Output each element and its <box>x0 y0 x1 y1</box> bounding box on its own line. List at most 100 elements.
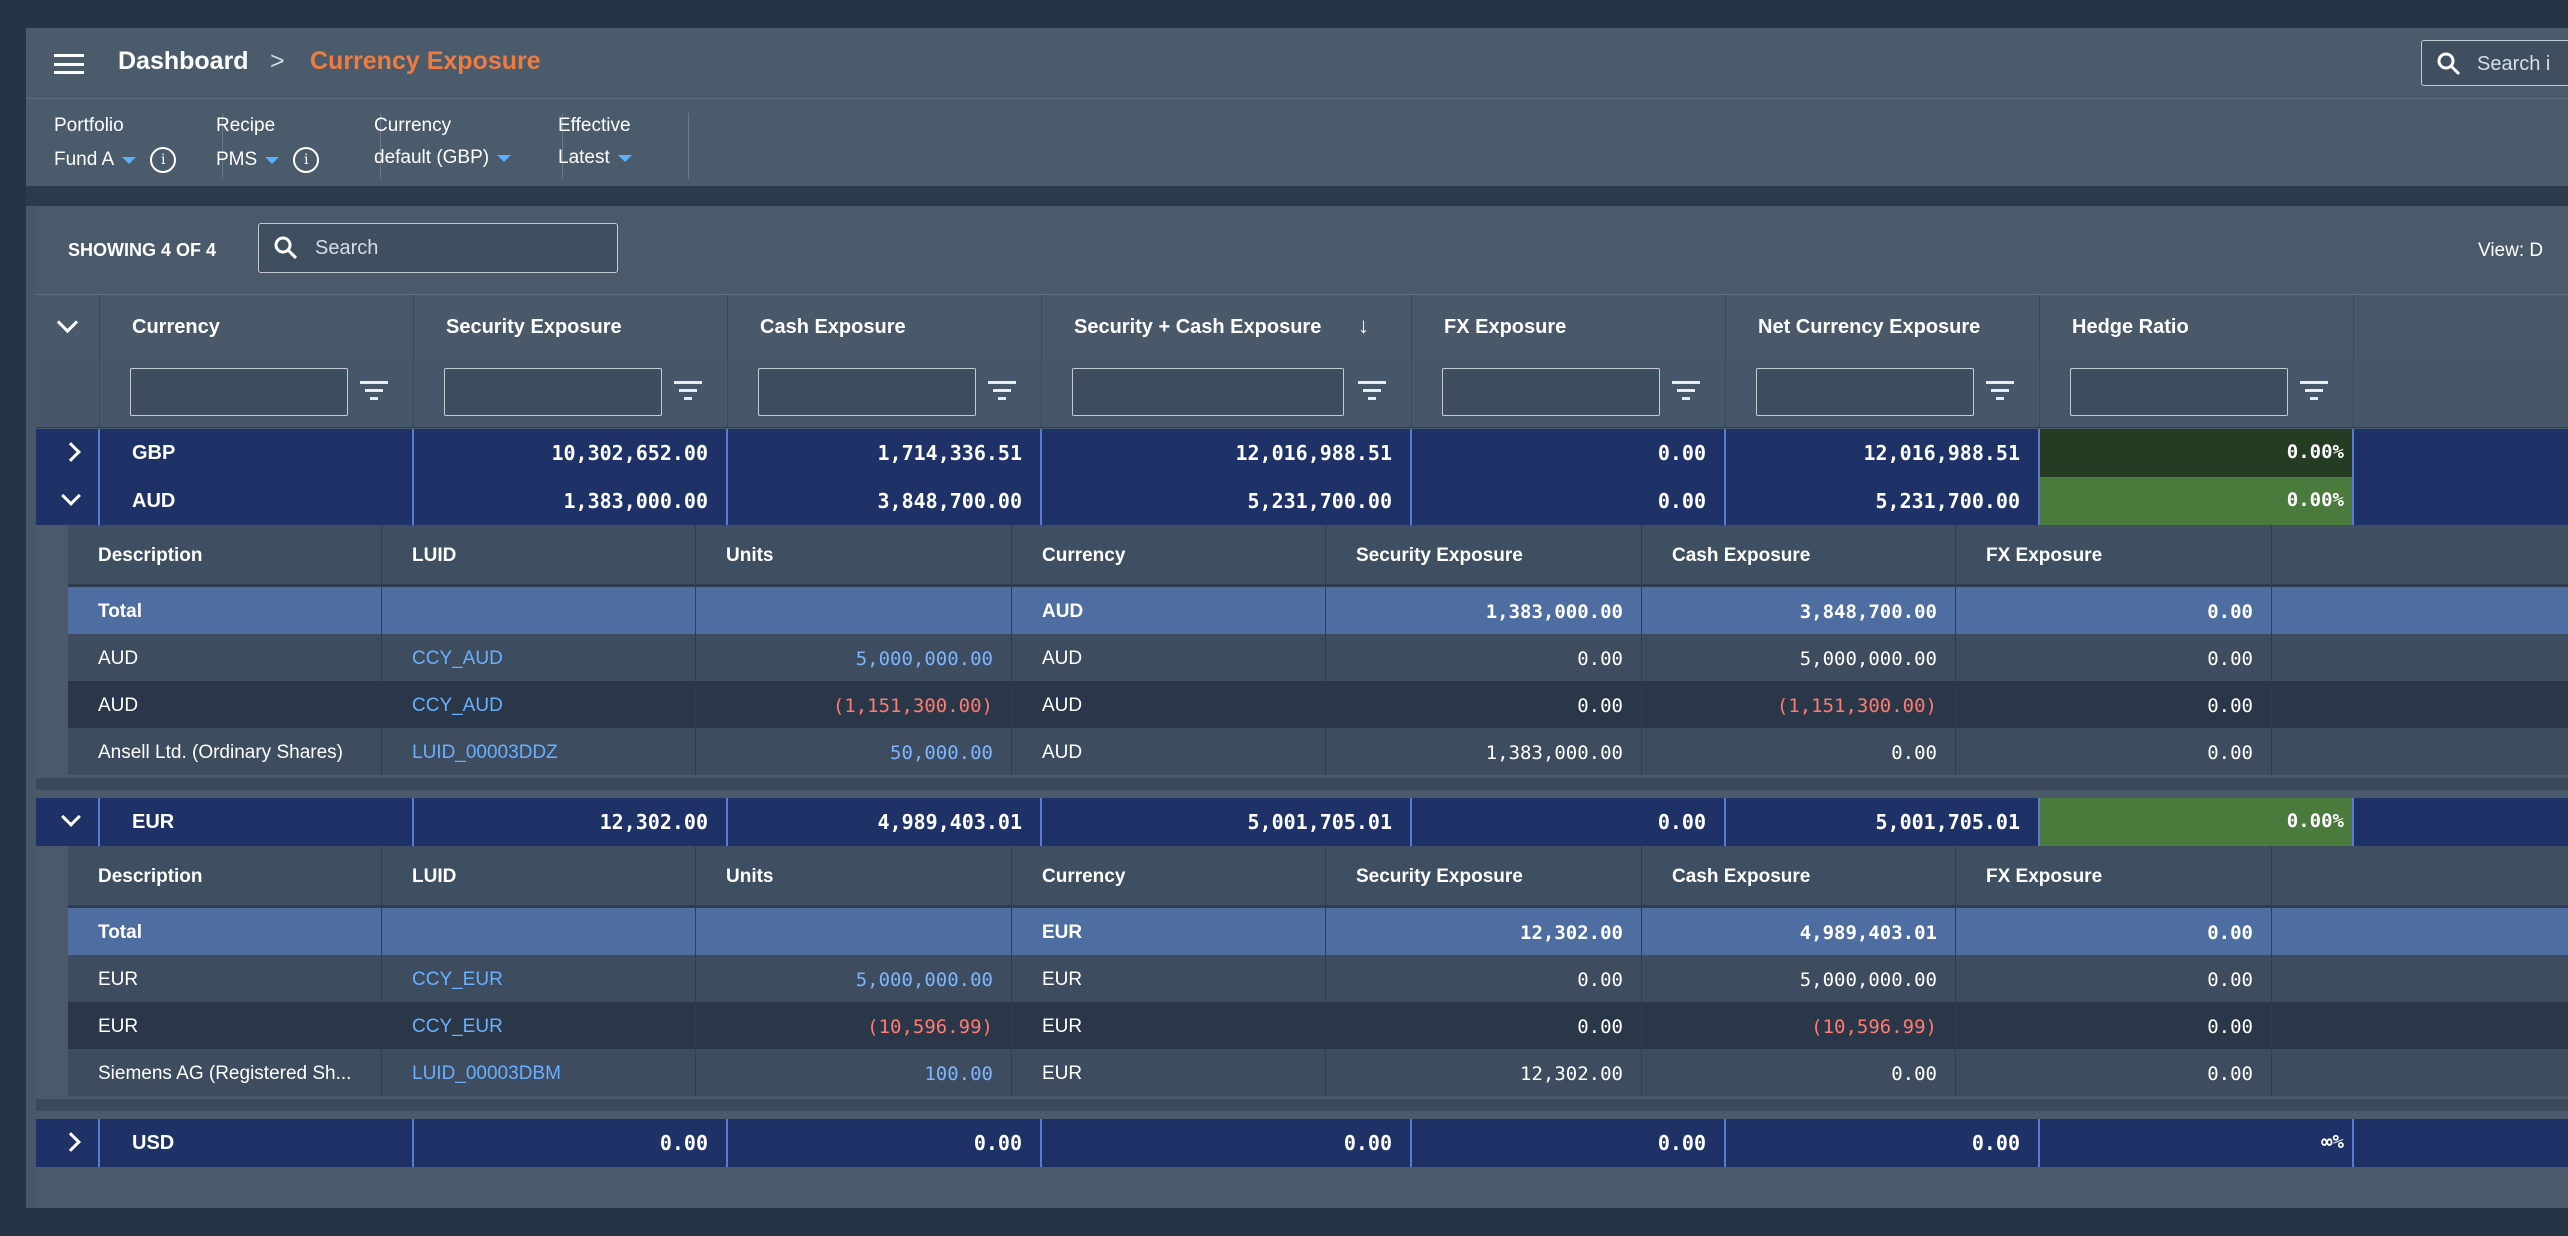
detail-total-row[interactable]: Total AUD 1,383,000.00 3,848,700.00 0.00 <box>68 587 2568 634</box>
filter-icon[interactable] <box>1672 381 1700 403</box>
chevron-down-icon[interactable] <box>61 807 81 827</box>
detail-row[interactable]: AUD CCY_AUD 5,000,000.00 AUD 0.00 5,000,… <box>68 634 2568 681</box>
filter-icon[interactable] <box>1358 381 1386 403</box>
detail-header-description[interactable]: Description <box>68 846 382 905</box>
detail-header-fx-exposure[interactable]: FX Exposure <box>1956 525 2272 584</box>
luid-link[interactable]: CCY_EUR <box>412 969 503 991</box>
column-header-security-exposure[interactable]: Security Exposure <box>414 295 728 359</box>
expand-toggle[interactable] <box>36 429 100 477</box>
column-header-net-currency-exposure[interactable]: Net Currency Exposure <box>1726 295 2040 359</box>
column-filter-input[interactable] <box>1072 368 1344 416</box>
detail-row[interactable]: EUR CCY_EUR 5,000,000.00 EUR 0.00 5,000,… <box>68 955 2568 1002</box>
detail-header-luid[interactable]: LUID <box>382 525 696 584</box>
currency-text: EUR <box>1042 1016 1083 1037</box>
filter-icon[interactable] <box>1986 381 2014 403</box>
expand-toggle[interactable] <box>36 1119 100 1167</box>
filter-icon[interactable] <box>2300 381 2328 403</box>
detail-row[interactable]: EUR CCY_EUR (10,596.99) EUR 0.00 (10,596… <box>68 1002 2568 1049</box>
column-header-label: Security Exposure <box>446 316 622 338</box>
filter-icon[interactable] <box>674 381 702 403</box>
detail-row[interactable]: AUD CCY_AUD (1,151,300.00) AUD 0.00 (1,1… <box>68 681 2568 728</box>
cell-cash-exposure: 4,989,403.01 <box>1642 908 1956 955</box>
units-value: 50,000.00 <box>890 742 993 764</box>
effective-dropdown[interactable]: Latest <box>558 147 632 169</box>
view-selector[interactable]: View: D <box>2478 240 2543 262</box>
detail-header-fx-exposure[interactable]: FX Exposure <box>1956 846 2272 905</box>
value: 0.00 <box>1577 1016 1623 1038</box>
luid-link[interactable]: LUID_00003DDZ <box>412 742 558 764</box>
expand-all-toggle[interactable] <box>36 295 100 359</box>
expand-toggle[interactable] <box>36 477 100 525</box>
description-text: AUD <box>98 648 139 669</box>
column-filter-input[interactable] <box>130 368 348 416</box>
global-search-input[interactable]: Search i <box>2421 40 2568 86</box>
detail-header-luid[interactable]: LUID <box>382 846 696 905</box>
luid-link[interactable]: LUID_00003DBM <box>412 1063 561 1085</box>
detail-header-description[interactable]: Description <box>68 525 382 584</box>
column-header-fx-exposure[interactable]: FX Exposure <box>1412 295 1726 359</box>
group-row-usd[interactable]: USD 0.00 0.00 0.00 0.00 0.00 ∞% <box>36 1119 2568 1167</box>
detail-header-currency[interactable]: Currency <box>1012 846 1326 905</box>
chevron-right-icon[interactable] <box>61 442 81 462</box>
filter-icon[interactable] <box>988 381 1016 403</box>
chevron-down-icon[interactable] <box>61 486 81 506</box>
portfolio-dropdown[interactable]: Fund A i <box>54 147 177 173</box>
detail-header-security-exposure[interactable]: Security Exposure <box>1326 525 1642 584</box>
table-search-input[interactable]: Search <box>258 223 618 273</box>
luid-link[interactable]: CCY_EUR <box>412 1016 503 1038</box>
detail-scroll-gap <box>36 778 2568 790</box>
cell-description: Total <box>68 908 382 955</box>
luid-link[interactable]: CCY_AUD <box>412 695 503 717</box>
expand-toggle[interactable] <box>36 798 100 846</box>
value: 0.00 <box>1577 695 1623 717</box>
chevron-down-icon <box>56 311 79 334</box>
recipe-value: PMS <box>216 149 258 170</box>
detail-row[interactable]: Ansell Ltd. (Ordinary Shares) LUID_00003… <box>68 728 2568 775</box>
detail-row[interactable]: Siemens AG (Registered Sh... LUID_00003D… <box>68 1049 2568 1096</box>
column-filter-input[interactable] <box>1442 368 1660 416</box>
detail-header-security-exposure[interactable]: Security Exposure <box>1326 846 1642 905</box>
column-filter-input[interactable] <box>2070 368 2288 416</box>
cell-security-exposure: 12,302.00 <box>1326 1049 1642 1096</box>
currency-dropdown[interactable]: default (GBP) <box>374 147 512 169</box>
cell-currency: EUR <box>100 798 414 846</box>
column-filter-input[interactable] <box>758 368 976 416</box>
luid-link[interactable]: CCY_AUD <box>412 648 503 670</box>
detail-header-cash-exposure[interactable]: Cash Exposure <box>1642 846 1956 905</box>
group-row-aud[interactable]: AUD 1,383,000.00 3,848,700.00 5,231,700.… <box>36 477 2568 525</box>
column-filter-input[interactable] <box>444 368 662 416</box>
detail-header-units[interactable]: Units <box>696 525 1012 584</box>
cell-currency: USD <box>100 1119 414 1167</box>
breadcrumb-dashboard[interactable]: Dashboard <box>118 47 249 76</box>
group-row-gbp[interactable]: GBP 10,302,652.00 1,714,336.51 12,016,98… <box>36 429 2568 477</box>
cell-luid <box>382 587 696 634</box>
info-icon[interactable]: i <box>293 147 320 173</box>
column-header-hedge-ratio[interactable]: Hedge Ratio <box>2040 295 2354 359</box>
effective-value: Latest <box>558 147 610 168</box>
detail-header-units[interactable]: Units <box>696 846 1012 905</box>
column-header-cash-exposure[interactable]: Cash Exposure <box>728 295 1042 359</box>
page-title: Currency Exposure <box>310 47 541 75</box>
detail-header-currency[interactable]: Currency <box>1012 525 1326 584</box>
info-icon[interactable]: i <box>150 147 177 173</box>
group-row-eur[interactable]: EUR 12,302.00 4,989,403.01 5,001,705.01 … <box>36 798 2568 846</box>
hamburger-menu-icon[interactable] <box>54 54 84 74</box>
value: 12,302.00 <box>1520 1063 1623 1085</box>
column-header-security-cash-exposure[interactable]: Security + Cash Exposure ↓ <box>1042 295 1412 359</box>
recipe-dropdown[interactable]: PMS i <box>216 147 320 173</box>
cell-fx-exposure: 0.00 <box>1956 681 2272 728</box>
column-header-label: Currency <box>1042 545 1126 566</box>
sort-descending-icon[interactable]: ↓ <box>1358 313 1369 339</box>
cell-cash-exposure: (10,596.99) <box>1642 1002 1956 1049</box>
cell-security-exposure: 0.00 <box>1326 955 1642 1002</box>
value: 0.00 <box>1891 742 1937 764</box>
detail-header-cash-exposure[interactable]: Cash Exposure <box>1642 525 1956 584</box>
chevron-right-icon[interactable] <box>61 1132 81 1152</box>
value: 0.00 <box>1343 1131 1392 1155</box>
filter-icon[interactable] <box>360 381 388 403</box>
column-header-currency[interactable]: Currency <box>100 295 414 359</box>
cell-security-exposure: 1,383,000.00 <box>1326 587 1642 634</box>
column-filter-input[interactable] <box>1756 368 1974 416</box>
detail-total-row[interactable]: Total EUR 12,302.00 4,989,403.01 0.00 <box>68 908 2568 955</box>
filter-recipe-label: Recipe <box>216 115 276 136</box>
